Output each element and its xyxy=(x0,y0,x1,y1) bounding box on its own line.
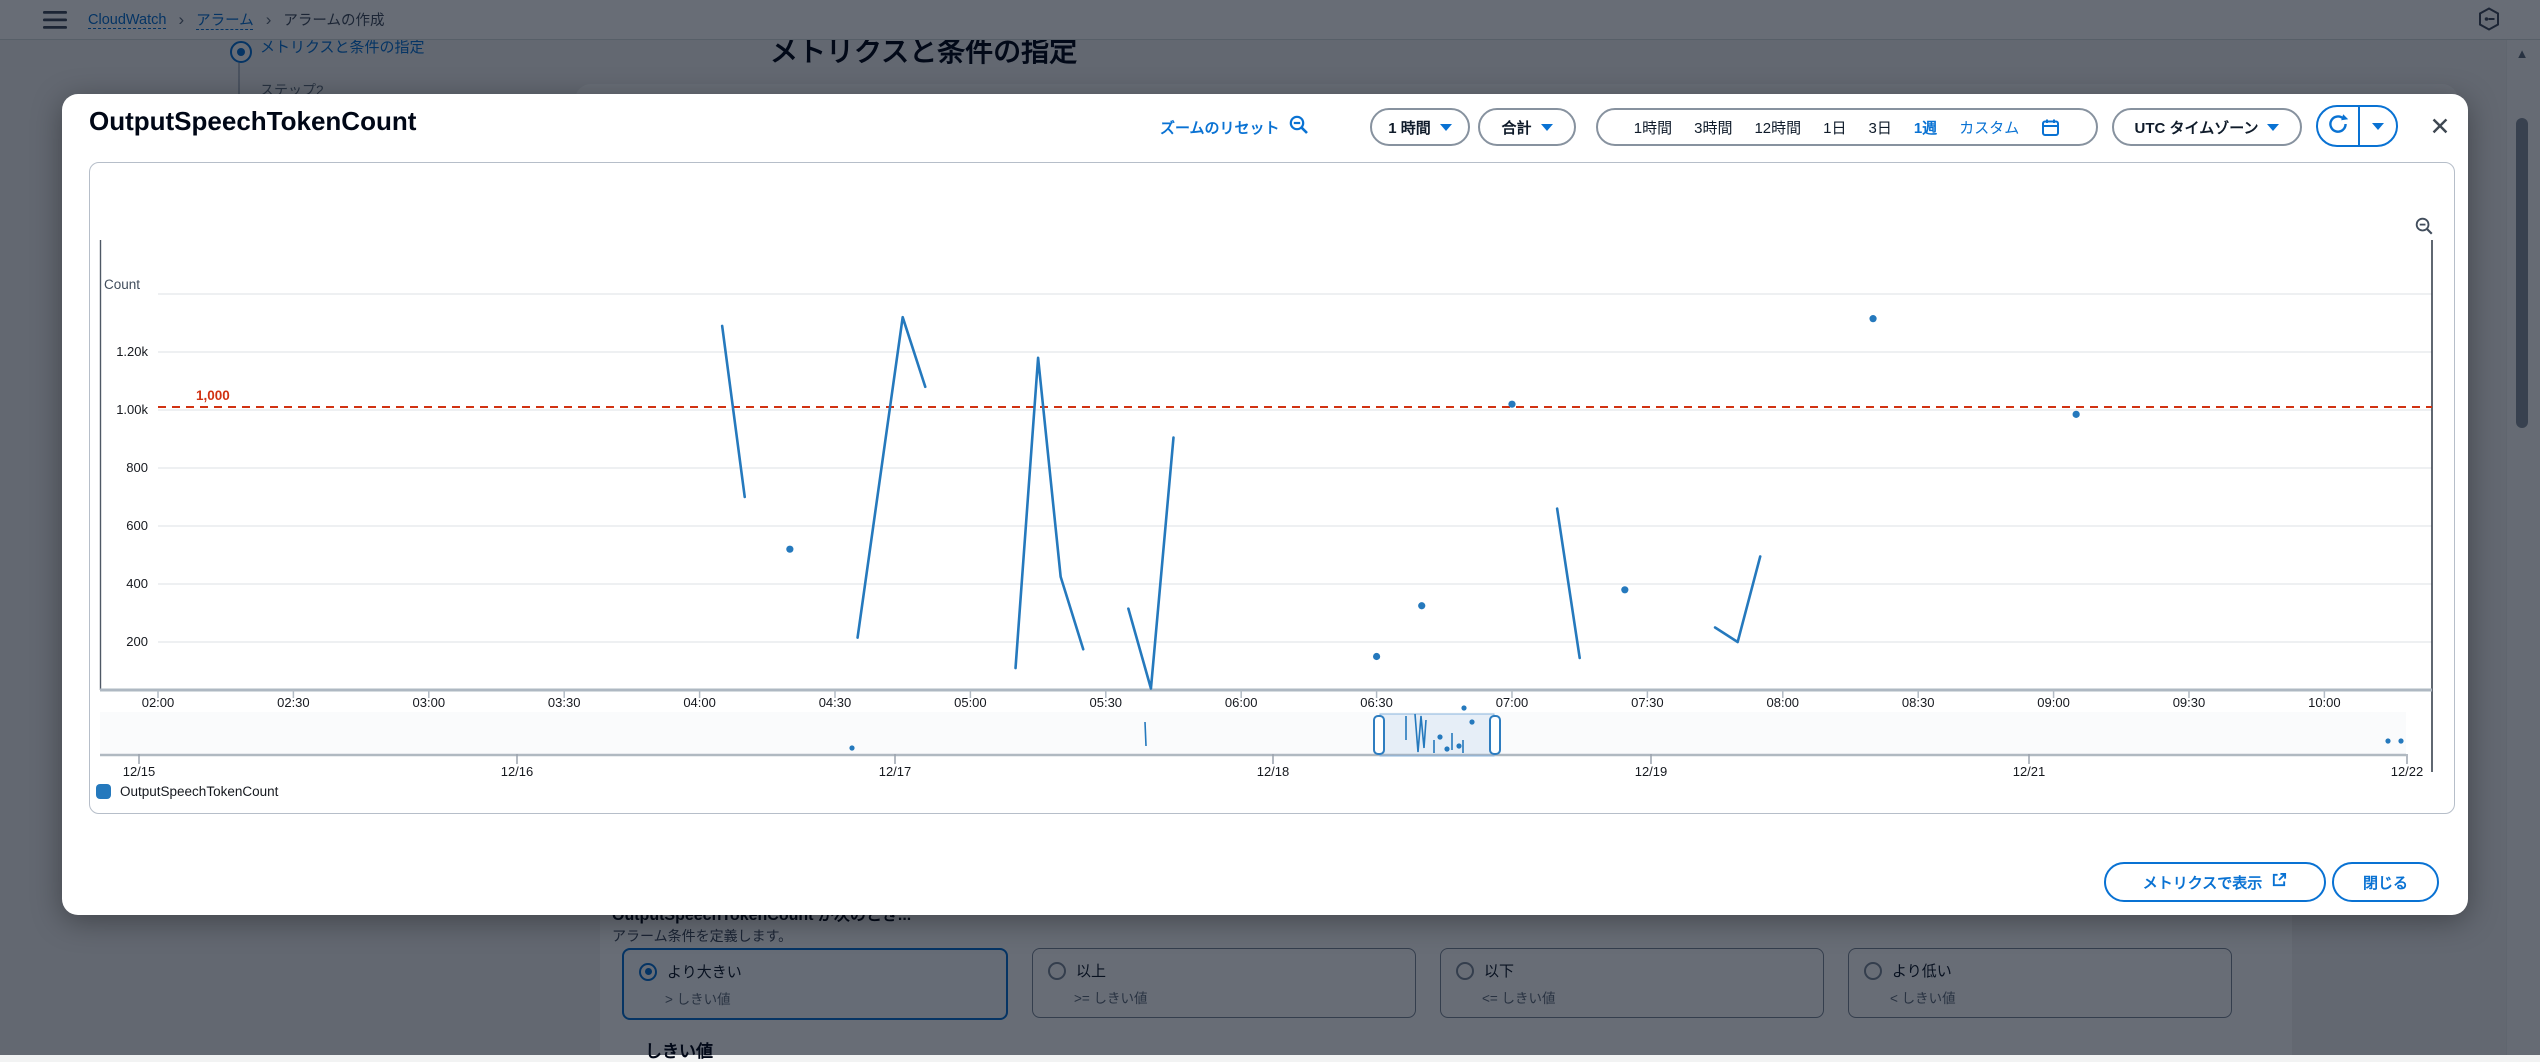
calendar-icon[interactable] xyxy=(2041,118,2060,137)
range-option[interactable]: 1日 xyxy=(1823,117,1846,138)
period-dropdown[interactable]: 1 時間 xyxy=(1370,108,1470,146)
close-icon[interactable]: ✕ xyxy=(2420,108,2460,146)
view-in-metrics-label: メトリクスで表示 xyxy=(2143,872,2263,893)
timezone-dropdown[interactable]: UTC タイムゾーン xyxy=(2112,108,2302,146)
chevron-down-icon xyxy=(1440,124,1452,131)
timeline-selection-window[interactable] xyxy=(1380,714,1494,756)
chevron-down-icon xyxy=(2267,124,2279,131)
refresh-icon xyxy=(2327,113,2349,140)
close-button-label: 閉じる xyxy=(2363,872,2408,893)
chevron-down-icon xyxy=(2372,123,2384,130)
range-option[interactable]: 3時間 xyxy=(1694,117,1732,138)
period-dropdown-label: 1 時間 xyxy=(1388,117,1431,138)
refresh-split-button xyxy=(2316,105,2398,147)
refresh-options-button[interactable] xyxy=(2360,107,2396,145)
modal-title: OutputSpeechTokenCount xyxy=(89,106,416,137)
view-in-metrics-button[interactable]: メトリクスで表示 xyxy=(2104,862,2326,902)
legend-item[interactable]: OutputSpeechTokenCount xyxy=(96,784,278,799)
chevron-down-icon xyxy=(1541,124,1553,131)
timeline-handle-right[interactable] xyxy=(1488,714,1502,756)
statistic-dropdown[interactable]: 合計 xyxy=(1478,108,1576,146)
zoom-reset-label: ズームのリセット xyxy=(1160,117,1280,138)
range-option[interactable]: 1時間 xyxy=(1634,117,1672,138)
external-link-icon xyxy=(2271,872,2287,892)
range-option[interactable]: カスタム xyxy=(1959,117,2019,138)
legend-color-swatch xyxy=(96,784,111,799)
range-option[interactable]: 1週 xyxy=(1914,117,1937,138)
timeline-handle-left[interactable] xyxy=(1372,714,1386,756)
chart-zoom-out-icon[interactable] xyxy=(2414,216,2436,238)
legend-label: OutputSpeechTokenCount xyxy=(120,784,278,799)
statistic-dropdown-label: 合計 xyxy=(1501,117,1531,138)
close-button[interactable]: 閉じる xyxy=(2332,862,2439,902)
chart-plot-area[interactable] xyxy=(100,240,2432,690)
range-option[interactable]: 12時間 xyxy=(1754,117,1801,138)
refresh-button[interactable] xyxy=(2318,107,2360,145)
range-option[interactable]: 3日 xyxy=(1869,117,1892,138)
timezone-dropdown-label: UTC タイムゾーン xyxy=(2135,117,2259,138)
zoom-reset-link[interactable]: ズームのリセット xyxy=(1160,114,1310,140)
zoom-out-icon xyxy=(1288,114,1310,140)
time-range-segmented-control: 1時間 3時間 12時間 1日 3日 1週 カスタム xyxy=(1596,108,2098,146)
